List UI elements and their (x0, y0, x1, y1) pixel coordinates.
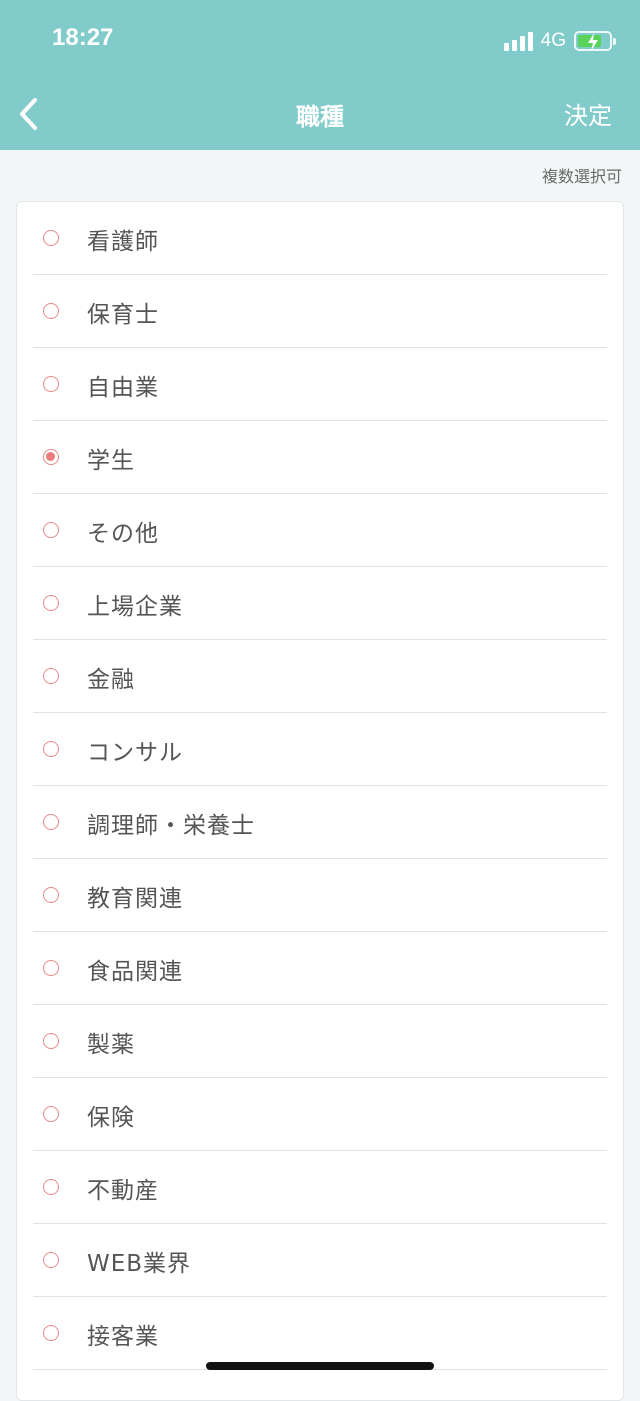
radio-icon (43, 1179, 59, 1195)
option-row[interactable]: 保険 (33, 1078, 607, 1151)
option-row[interactable]: 製薬 (33, 1005, 607, 1078)
radio-icon (43, 1033, 59, 1049)
radio-icon (43, 230, 59, 246)
radio-icon (43, 1325, 59, 1341)
header-bar: 18:27 4G 職種 決定 (0, 0, 640, 150)
option-row[interactable]: 自由業 (33, 348, 607, 421)
option-label: その他 (87, 521, 159, 547)
network-type: 4G (540, 30, 566, 51)
option-label: 製薬 (87, 1032, 135, 1058)
radio-icon (43, 887, 59, 903)
option-label: WEB業界 (87, 1251, 192, 1277)
option-label: 保険 (87, 1105, 135, 1131)
option-label: 不動産 (87, 1178, 159, 1204)
option-row[interactable]: その他 (33, 494, 607, 567)
radio-icon (43, 960, 59, 976)
option-row[interactable]: 調理師・栄養士 (33, 786, 607, 859)
status-indicators: 4G (503, 27, 616, 55)
radio-icon (43, 1252, 59, 1268)
radio-icon (43, 522, 59, 538)
radio-icon (43, 303, 59, 319)
option-label: 自由業 (87, 375, 159, 401)
option-label: 食品関連 (87, 959, 183, 985)
option-label: 保育士 (87, 302, 159, 328)
multi-select-hint: 複数選択可 (541, 167, 622, 186)
option-row[interactable]: 学生 (33, 421, 607, 494)
page-title: 職種 (296, 103, 344, 131)
option-row[interactable]: コンサル (33, 713, 607, 786)
option-row[interactable]: 保育士 (33, 275, 607, 348)
radio-icon (43, 449, 59, 465)
option-row[interactable]: WEB業界 (33, 1224, 607, 1297)
option-label: 看護師 (87, 229, 159, 255)
signal-icon (503, 31, 533, 51)
confirm-button[interactable]: 決定 (564, 96, 612, 131)
option-label: 調理師・栄養士 (87, 813, 255, 839)
option-row[interactable]: 接客業 (33, 1297, 607, 1370)
option-row[interactable]: 上場企業 (33, 567, 607, 640)
option-row[interactable]: 不動産 (33, 1151, 607, 1224)
option-label: コンサル (87, 740, 183, 766)
option-label: 接客業 (87, 1324, 159, 1350)
radio-icon (43, 814, 59, 830)
radio-icon (43, 376, 59, 392)
option-label: 金融 (87, 667, 135, 693)
option-row[interactable]: 食品関連 (33, 932, 607, 1005)
status-time: 18:27 (52, 24, 114, 51)
option-list: 看護師 保育士 自由業 学生 その他 上場企業 金融 コンサル 調理師・栄養士 … (16, 201, 624, 1401)
option-row[interactable]: 金融 (33, 640, 607, 713)
option-label: 上場企業 (87, 594, 183, 620)
radio-icon (43, 741, 59, 757)
radio-icon (43, 668, 59, 684)
battery-icon (574, 31, 616, 51)
radio-icon (43, 1106, 59, 1122)
home-indicator (206, 1362, 434, 1370)
option-label: 学生 (87, 448, 135, 474)
option-label: 教育関連 (87, 886, 183, 912)
option-row[interactable]: 看護師 (33, 202, 607, 275)
option-row[interactable]: 教育関連 (33, 859, 607, 932)
radio-icon (43, 595, 59, 611)
